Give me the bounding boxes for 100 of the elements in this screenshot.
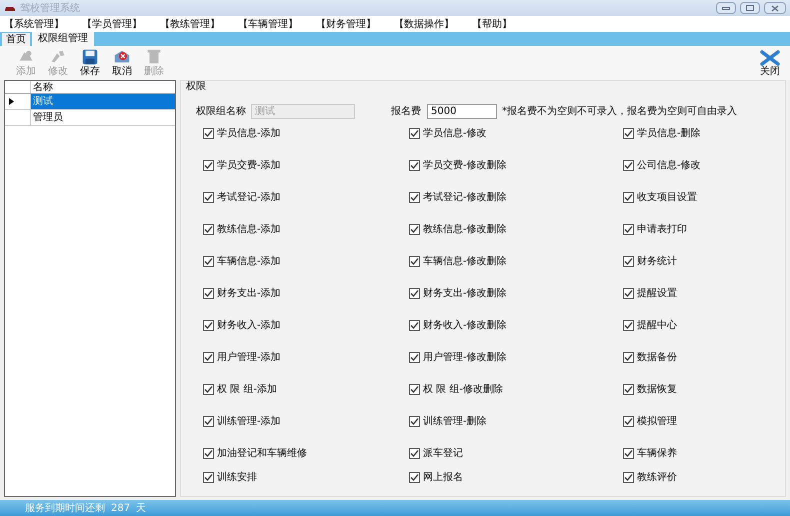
window-title: 驾校管理系统 <box>20 2 80 16</box>
checkbox[interactable] <box>623 352 634 363</box>
save-icon <box>81 48 99 66</box>
close-window-button[interactable] <box>764 2 786 14</box>
tab[interactable]: 权限组管理 <box>32 32 94 46</box>
car-icon <box>4 4 16 12</box>
field-label: 权限组名称 <box>196 104 246 119</box>
toolbar-button[interactable]: 取消 <box>106 48 138 78</box>
checkbox-label[interactable]: 公司信息-修改 <box>637 160 701 172</box>
checkbox-label[interactable]: 收支项目设置 <box>637 192 697 204</box>
close-button[interactable]: 关闭 <box>756 48 784 78</box>
menu-item[interactable]: 【帮助】 <box>472 16 512 32</box>
note-text: *报名费不为空则不可录入，报名费为空则可自由录入 <box>502 104 737 119</box>
checkbox[interactable] <box>203 192 214 203</box>
table-cell[interactable]: 测试 <box>31 94 175 109</box>
checkbox[interactable] <box>623 256 634 267</box>
checkbox-label[interactable]: 加油登记和车辆维修 <box>217 448 307 460</box>
toolbar-button[interactable]: 保存 <box>74 48 106 78</box>
row-pointer-icon <box>9 98 14 105</box>
checkbox[interactable] <box>623 320 634 331</box>
checkbox[interactable] <box>409 448 420 459</box>
menu-item[interactable]: 【学员管理】 <box>82 16 142 32</box>
checkbox[interactable] <box>623 192 634 203</box>
checkbox-label[interactable]: 车辆信息-修改删除 <box>423 256 507 268</box>
checkbox[interactable] <box>409 128 420 139</box>
minimize-icon <box>722 6 730 10</box>
checkbox[interactable] <box>623 448 634 459</box>
checkbox-label[interactable]: 权 限 组-添加 <box>217 384 277 396</box>
days-unit: 天 <box>136 502 146 516</box>
checkbox-label[interactable]: 财务统计 <box>637 256 677 268</box>
checkbox-label[interactable]: 数据恢复 <box>637 384 677 396</box>
checkbox-label[interactable]: 训练管理-删除 <box>423 416 487 428</box>
checkbox[interactable] <box>409 256 420 267</box>
checkbox-label[interactable]: 数据备份 <box>637 352 677 364</box>
checkbox[interactable] <box>409 192 420 203</box>
tab[interactable]: 首页 <box>2 33 30 46</box>
checkbox-label[interactable]: 网上报名 <box>423 472 463 484</box>
checkbox[interactable] <box>203 448 214 459</box>
checkbox-label[interactable]: 教练评价 <box>637 472 677 484</box>
checkbox-label[interactable]: 提醒中心 <box>637 320 677 332</box>
checkbox[interactable] <box>409 384 420 395</box>
checkbox[interactable] <box>409 224 420 235</box>
fee-field[interactable]: 5000 <box>427 104 497 119</box>
minimize-button[interactable] <box>716 2 736 14</box>
checkbox-label[interactable]: 用户管理-修改删除 <box>423 352 507 364</box>
menu-item[interactable]: 【车辆管理】 <box>238 16 298 32</box>
menu-item[interactable]: 【系统管理】 <box>4 16 64 32</box>
checkbox[interactable] <box>409 352 420 363</box>
checkbox-label[interactable]: 训练安排 <box>217 472 257 484</box>
checkbox-label[interactable]: 考试登记-添加 <box>217 192 281 204</box>
checkbox[interactable] <box>409 416 420 427</box>
checkbox-label[interactable]: 教练信息-添加 <box>217 224 281 236</box>
checkbox-label[interactable]: 财务收入-添加 <box>217 320 281 332</box>
checkbox[interactable] <box>409 160 420 171</box>
checkbox[interactable] <box>203 352 214 363</box>
checkbox-label[interactable]: 学员交费-添加 <box>217 160 281 172</box>
checkbox[interactable] <box>203 320 214 331</box>
checkbox-label[interactable]: 模拟管理 <box>637 416 677 428</box>
checkbox[interactable] <box>623 160 634 171</box>
checkbox-label[interactable]: 车辆信息-添加 <box>217 256 281 268</box>
checkbox-label[interactable]: 财务支出-修改删除 <box>423 288 507 300</box>
checkbox[interactable] <box>203 416 214 427</box>
checkbox[interactable] <box>203 128 214 139</box>
checkbox[interactable] <box>623 384 634 395</box>
field-label: 报名费 <box>391 104 421 119</box>
maximize-button[interactable] <box>740 2 760 14</box>
checkbox[interactable] <box>203 384 214 395</box>
checkbox-label[interactable]: 考试登记-修改删除 <box>423 192 507 204</box>
checkbox[interactable] <box>203 224 214 235</box>
checkbox-label[interactable]: 权 限 组-修改删除 <box>423 384 503 396</box>
checkbox-label[interactable]: 学员信息-修改 <box>423 128 487 140</box>
checkbox-label[interactable]: 训练管理-添加 <box>217 416 281 428</box>
checkbox-label[interactable]: 申请表打印 <box>637 224 687 236</box>
checkbox[interactable] <box>409 288 420 299</box>
column-header[interactable]: 名称 <box>31 81 175 93</box>
checkbox[interactable] <box>203 256 214 267</box>
checkbox-label[interactable]: 学员信息-删除 <box>637 128 701 140</box>
menu-item[interactable]: 【数据操作】 <box>394 16 454 32</box>
checkbox-label[interactable]: 车辆保养 <box>637 448 677 460</box>
close-icon <box>771 4 779 12</box>
checkbox[interactable] <box>203 472 214 483</box>
checkbox[interactable] <box>623 472 634 483</box>
checkbox-label[interactable]: 学员信息-添加 <box>217 128 281 140</box>
checkbox-label[interactable]: 派车登记 <box>423 448 463 460</box>
menu-item[interactable]: 【财务管理】 <box>316 16 376 32</box>
checkbox[interactable] <box>409 472 420 483</box>
checkbox-label[interactable]: 财务支出-添加 <box>217 288 281 300</box>
checkbox[interactable] <box>623 224 634 235</box>
checkbox-label[interactable]: 用户管理-添加 <box>217 352 281 364</box>
checkbox-label[interactable]: 教练信息-修改删除 <box>423 224 507 236</box>
checkbox[interactable] <box>623 416 634 427</box>
checkbox-label[interactable]: 财务收入-修改删除 <box>423 320 507 332</box>
checkbox[interactable] <box>409 320 420 331</box>
checkbox-label[interactable]: 学员交费-修改删除 <box>423 160 507 172</box>
checkbox[interactable] <box>623 288 634 299</box>
checkbox-label[interactable]: 提醒设置 <box>637 288 677 300</box>
menu-item[interactable]: 【教练管理】 <box>160 16 220 32</box>
checkbox[interactable] <box>203 160 214 171</box>
checkbox[interactable] <box>203 288 214 299</box>
checkbox[interactable] <box>623 128 634 139</box>
